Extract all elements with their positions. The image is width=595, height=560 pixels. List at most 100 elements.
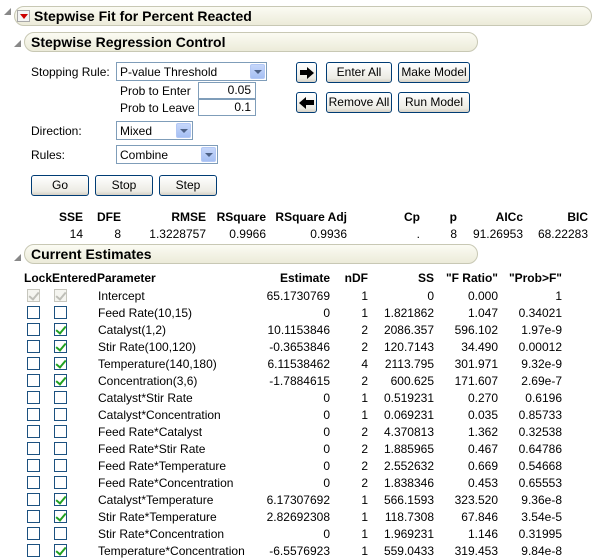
entered-checkbox[interactable] (54, 459, 67, 472)
cell-ndf: 1 (361, 306, 368, 320)
cell-prob: 0.31995 (518, 527, 562, 541)
cell-prob: 1.97e-9 (521, 323, 562, 337)
cell-estimate: 0 (323, 476, 330, 490)
cell-prob: 0.34021 (518, 306, 562, 320)
cell-ndf: 1 (361, 391, 368, 405)
cell-fratio: 0.669 (467, 459, 498, 473)
cell-ss: 2113.795 (384, 357, 434, 371)
step-button[interactable]: Step (159, 175, 217, 196)
lock-checkbox[interactable] (27, 357, 40, 370)
col-header-ndf: nDF (344, 271, 368, 285)
stats-header: Cp (404, 210, 420, 224)
prob-enter-field[interactable]: 0.05 (198, 82, 256, 99)
cell-prob: 2.69e-7 (521, 374, 562, 388)
cell-ndf: 2 (361, 374, 368, 388)
cell-fratio: 1.146 (467, 527, 498, 541)
make-model-button[interactable]: Make Model (398, 62, 470, 83)
chevron-down-icon[interactable] (201, 147, 216, 162)
report-disclosure-icon[interactable] (4, 8, 11, 15)
col-header-estimate: Estimate (279, 271, 330, 285)
col-header-lock: Lock (24, 271, 53, 285)
red-triangle-menu-icon[interactable] (17, 10, 30, 22)
entered-checkbox[interactable] (54, 510, 67, 523)
go-button[interactable]: Go (31, 175, 89, 196)
cell-estimate: 0 (323, 425, 330, 439)
cell-parameter: Temperature(140,180) (98, 357, 217, 371)
entered-checkbox[interactable] (54, 544, 67, 557)
remove-all-button[interactable]: Remove All (326, 92, 392, 113)
cell-estimate: 6.11538462 (267, 357, 330, 371)
stopping-rule-select[interactable]: P-value Threshold (116, 62, 267, 81)
col-header-fratio: "F Ratio" (445, 271, 498, 285)
lock-checkbox[interactable] (27, 476, 40, 489)
stats-header: RMSE (171, 210, 206, 224)
col-header-entered: Entered (52, 271, 97, 285)
cell-prob: 0.85733 (518, 408, 562, 422)
cell-ss: 2.552632 (383, 459, 434, 473)
lock-checkbox[interactable] (27, 374, 40, 387)
lock-checkbox[interactable] (27, 527, 40, 540)
entered-checkbox[interactable] (54, 391, 67, 404)
entered-checkbox[interactable] (54, 357, 67, 370)
entered-checkbox[interactable] (54, 408, 67, 421)
cell-prob: 3.54e-5 (521, 510, 562, 524)
chevron-down-icon[interactable] (176, 123, 191, 138)
lock-checkbox[interactable] (27, 459, 40, 472)
stats-value: 8 (114, 227, 121, 241)
stats-header: RSquare (216, 210, 266, 224)
entered-checkbox (54, 289, 67, 302)
lock-checkbox[interactable] (27, 323, 40, 336)
run-model-button[interactable]: Run Model (398, 92, 470, 113)
direction-select[interactable]: Mixed (116, 121, 193, 140)
entered-checkbox[interactable] (54, 340, 67, 353)
cell-estimate: 0 (323, 527, 330, 541)
cell-ss: 566.1593 (383, 493, 434, 507)
lock-checkbox[interactable] (27, 425, 40, 438)
cell-ss: 1.885965 (383, 442, 434, 456)
arrow-left-icon[interactable] (296, 92, 317, 113)
chevron-down-icon[interactable] (250, 64, 265, 79)
lock-checkbox[interactable] (27, 340, 40, 353)
lock-checkbox[interactable] (27, 544, 40, 557)
cell-fratio: 1.362 (467, 425, 498, 439)
entered-checkbox[interactable] (54, 442, 67, 455)
control-disclosure-icon[interactable] (14, 40, 21, 47)
entered-checkbox[interactable] (54, 374, 67, 387)
entered-checkbox[interactable] (54, 527, 67, 540)
stats-value: 0.9966 (229, 227, 266, 241)
cell-prob: 0.65553 (518, 476, 562, 490)
entered-checkbox[interactable] (54, 306, 67, 319)
stats-value: 91.26953 (472, 227, 523, 241)
stop-button[interactable]: Stop (95, 175, 153, 196)
lock-checkbox[interactable] (27, 493, 40, 506)
cell-parameter: Stir Rate*Temperature (98, 510, 217, 524)
arrow-right-icon[interactable] (296, 62, 317, 83)
cell-ss: 118.7308 (384, 510, 434, 524)
rules-select[interactable]: Combine (116, 145, 218, 164)
cell-fratio: 323.520 (454, 493, 498, 507)
stats-header: DFE (97, 210, 121, 224)
estimates-disclosure-icon[interactable] (14, 254, 21, 261)
lock-checkbox[interactable] (27, 408, 40, 421)
prob-leave-field[interactable]: 0.1 (198, 99, 256, 116)
entered-checkbox[interactable] (54, 323, 67, 336)
cell-prob: 1 (555, 289, 562, 303)
stats-header: RSquare Adj (275, 210, 347, 224)
cell-ndf: 2 (361, 442, 368, 456)
cell-prob: 9.36e-8 (521, 493, 562, 507)
lock-checkbox[interactable] (27, 442, 40, 455)
cell-ss: 0 (427, 289, 434, 303)
lock-checkbox[interactable] (27, 510, 40, 523)
entered-checkbox[interactable] (54, 476, 67, 489)
enter-all-button[interactable]: Enter All (326, 62, 392, 83)
cell-ndf: 2 (361, 323, 368, 337)
entered-checkbox[interactable] (54, 425, 67, 438)
lock-checkbox[interactable] (27, 391, 40, 404)
cell-fratio: 0.453 (467, 476, 498, 490)
cell-ss: 4.370813 (383, 425, 434, 439)
lock-checkbox[interactable] (27, 306, 40, 319)
stats-value: 8 (450, 227, 457, 241)
col-header-parameter: Parameter (97, 271, 156, 285)
entered-checkbox[interactable] (54, 493, 67, 506)
cell-parameter: Feed Rate*Catalyst (98, 425, 203, 439)
